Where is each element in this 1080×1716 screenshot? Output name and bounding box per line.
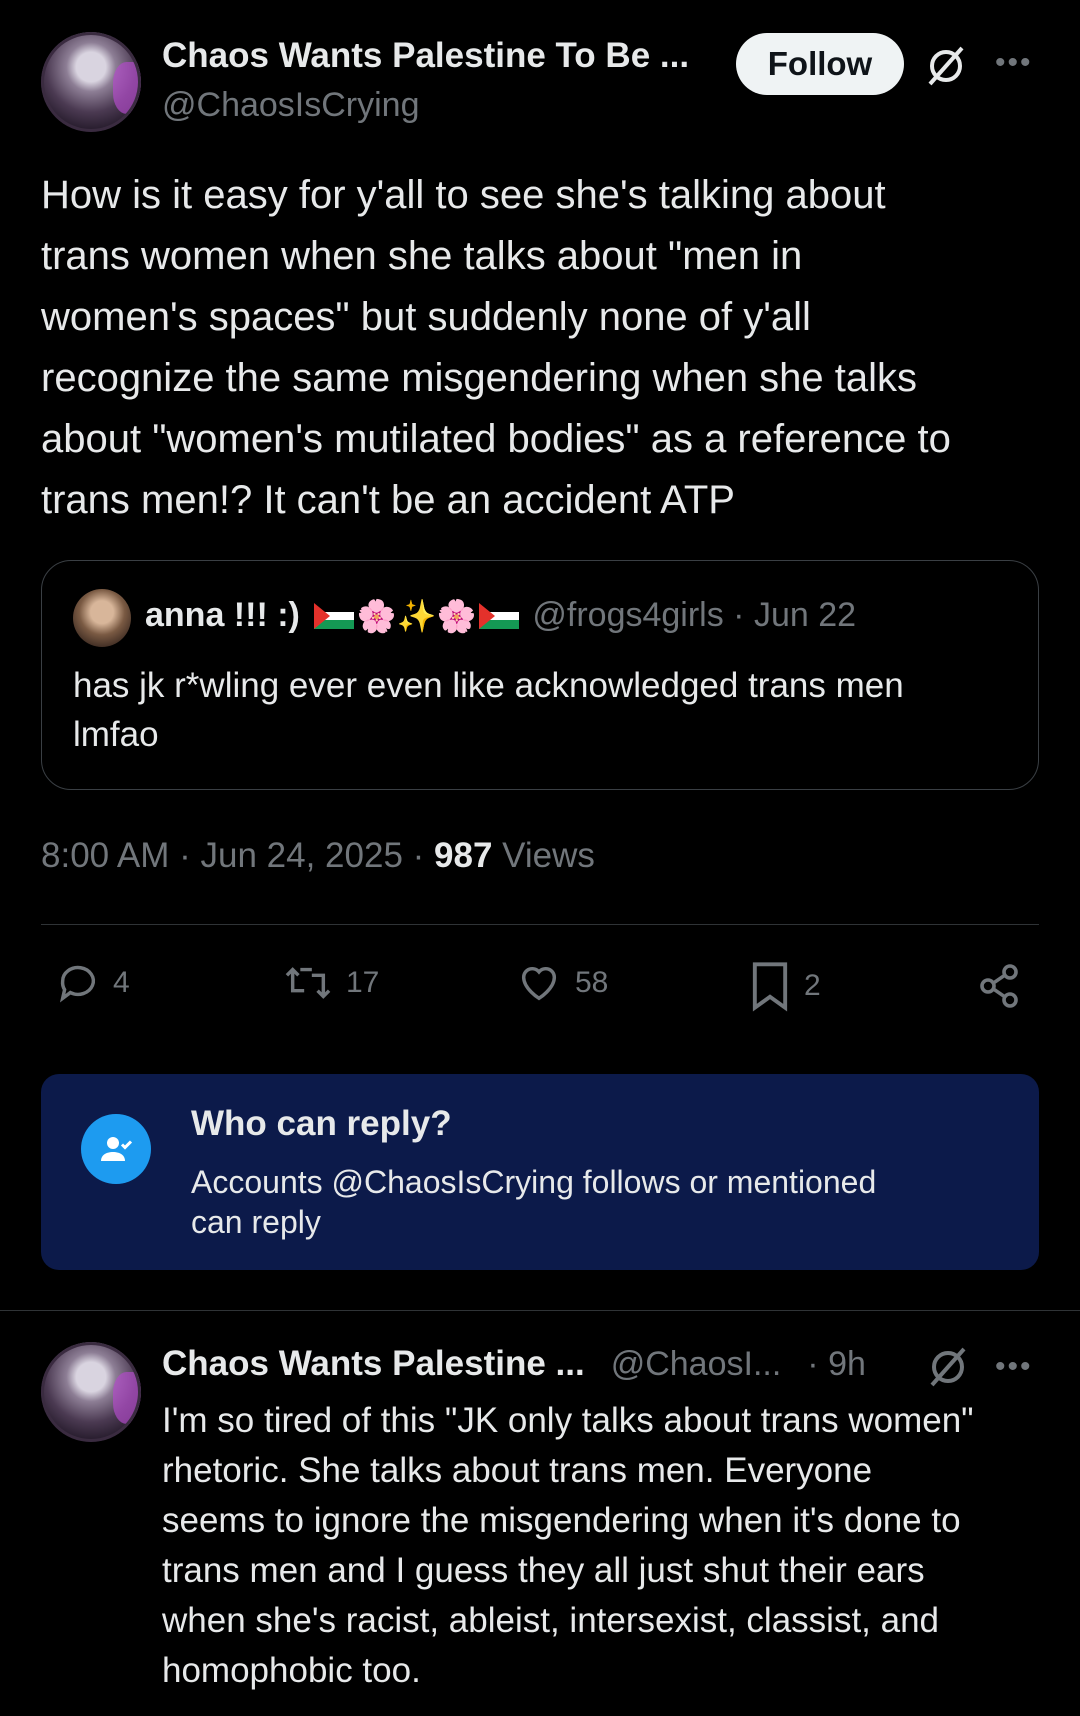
quoted-handle-date: @frogs4girls · Jun 22 (532, 596, 857, 634)
post-text-line: women's spaces" but suddenly none of y'a… (41, 295, 811, 339)
repost-button[interactable]: 17 (282, 960, 379, 1006)
grok-slash-icon[interactable] (926, 1345, 970, 1394)
repost-count: 17 (346, 966, 380, 999)
author-handle[interactable]: @ChaosIsCrying (162, 86, 420, 125)
post-text-line: about "women's mutilated bodies" as a re… (41, 417, 951, 461)
post-meta: 8:00 AM · Jun 24, 2025 · 987 Views (41, 836, 595, 876)
reply-header: Chaos Wants Palestine ... @ChaosI... · 9… (162, 1344, 866, 1384)
follow-button[interactable]: Follow (736, 33, 904, 95)
post-text-line: trans women when she talks about "men in (41, 234, 803, 278)
reply-text-line: seems to ignore the misgendering when it… (162, 1501, 961, 1540)
author-name[interactable]: Chaos Wants Palestine To Be ... (162, 36, 689, 76)
quoted-text-line: lmfao (73, 715, 159, 754)
post-text-line: recognize the same misgendering when she… (41, 356, 918, 400)
views-label: Views (502, 836, 595, 875)
quoted-author-name: anna !!! :) (145, 596, 300, 634)
reply-text-line: homophobic too. (162, 1651, 421, 1690)
like-count: 58 (575, 966, 609, 999)
reply-text-line: I'm so tired of this "JK only talks abou… (162, 1401, 974, 1440)
repost-icon (285, 967, 331, 999)
who-can-reply-text: Accounts @ChaosIsCrying follows or menti… (191, 1162, 876, 1242)
reply-author-avatar[interactable] (41, 1342, 141, 1442)
post-text-line: trans men!? It can't be an accident ATP (41, 478, 735, 522)
heart-icon (521, 966, 557, 1001)
bookmark-count: 2 (804, 969, 821, 1002)
reply-author-handle[interactable]: @ChaosI... (611, 1345, 782, 1384)
more-options-icon[interactable]: ••• (995, 1350, 1033, 1384)
more-options-icon[interactable]: ••• (995, 46, 1033, 80)
reply-text: I'm so tired of this "JK only talks abou… (162, 1396, 1062, 1696)
reply-text-line: when she's racist, ableist, intersexist,… (162, 1601, 940, 1640)
reply-text-line: rhetoric. She talks about trans men. Eve… (162, 1451, 873, 1490)
who-can-reply-line: can reply (191, 1204, 321, 1240)
author-avatar[interactable] (41, 32, 141, 132)
views-count: 987 (434, 836, 493, 875)
quoted-text: has jk r*wling ever even like acknowledg… (73, 661, 904, 759)
post-text: How is it easy for y'all to see she's ta… (41, 165, 1051, 531)
bookmark-button[interactable]: 2 (748, 960, 821, 1012)
user-check-icon (81, 1114, 151, 1184)
reply-count: 4 (113, 966, 130, 999)
quoted-post[interactable]: anna !!! :) 🌸✨🌸 @frogs4girls · Jun 22 ha… (41, 560, 1039, 790)
reply-button[interactable]: 4 (55, 960, 130, 1006)
divider (0, 1310, 1080, 1311)
bookmark-icon (752, 962, 788, 1012)
quoted-emojis: 🌸✨🌸 (356, 597, 477, 634)
quoted-author-avatar (73, 589, 131, 647)
reply-text-line: trans men and I guess they all just shut… (162, 1551, 925, 1590)
quoted-text-line: has jk r*wling ever even like acknowledg… (73, 666, 904, 705)
share-icon[interactable] (976, 962, 1024, 1015)
divider (41, 924, 1039, 925)
quoted-header: anna !!! :) 🌸✨🌸 @frogs4girls · Jun 22 (145, 596, 856, 635)
who-can-reply-title: Who can reply? (191, 1104, 452, 1143)
who-can-reply-box: Who can reply? Accounts @ChaosIsCrying f… (41, 1074, 1039, 1270)
who-can-reply-line: Accounts @ChaosIsCrying follows or menti… (191, 1164, 877, 1200)
palestine-flag-icon (479, 602, 520, 629)
post-text-line: How is it easy for y'all to see she's ta… (41, 173, 886, 217)
reply-time[interactable]: · 9h (807, 1345, 866, 1384)
post-timestamp[interactable]: 8:00 AM · Jun 24, 2025 · (41, 836, 434, 875)
reply-icon (59, 965, 96, 1003)
grok-slash-icon[interactable] (924, 44, 968, 93)
reply-author-name[interactable]: Chaos Wants Palestine ... (162, 1344, 585, 1384)
like-button[interactable]: 58 (515, 960, 608, 1006)
palestine-flag-icon (313, 602, 354, 629)
